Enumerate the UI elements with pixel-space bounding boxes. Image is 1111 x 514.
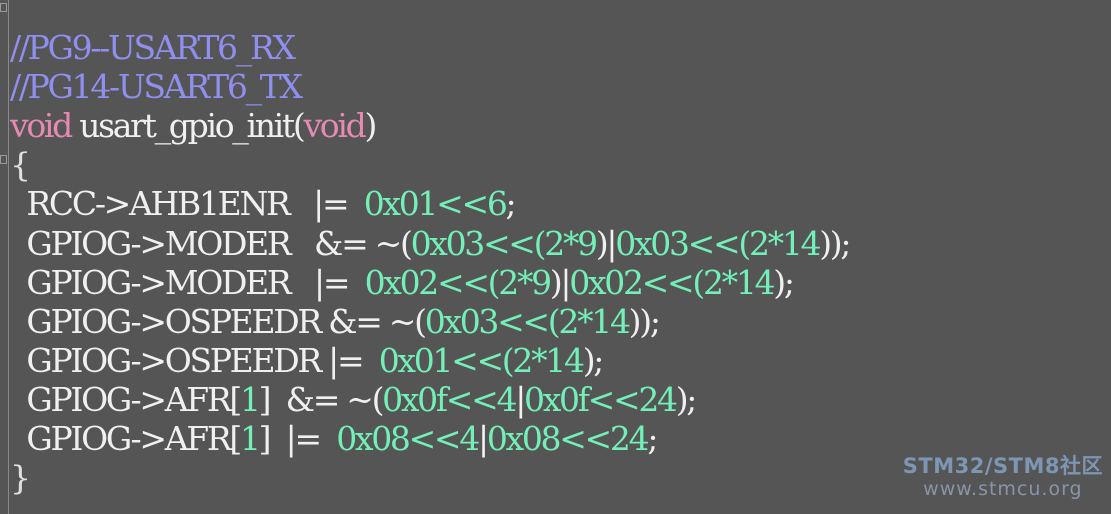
code-token-default: RCC->AHB1ENR |= <box>10 184 364 224</box>
code-token-number: 2*9 <box>544 223 598 263</box>
code-token-default: ; <box>647 419 658 458</box>
fold-gutter <box>0 0 9 514</box>
code-line[interactable]: GPIOG->AFR[1] |= 0x08<<4|0x08<<24; <box>10 419 658 458</box>
fold-marker[interactable] <box>0 3 7 12</box>
code-token-number: 0x08<<4 <box>336 419 480 458</box>
code-token-number: 2*14 <box>558 301 631 341</box>
code-token-default: ) <box>364 106 377 146</box>
code-line[interactable]: GPIOG->MODER &= ~(0x03<<(2*9)|0x03<<(2*1… <box>10 223 851 263</box>
code-token-default: )); <box>628 301 661 341</box>
code-token-brace: } <box>10 458 31 498</box>
watermark-url: www.stmcu.org <box>923 478 1083 500</box>
code-token-comment: //PG14-USART6_TX <box>10 67 303 107</box>
code-token-default: ] &= ~( <box>258 379 385 419</box>
watermark-title: STM32/STM8社区 <box>902 454 1103 478</box>
code-token-brace: { <box>10 145 31 185</box>
watermark: STM32/STM8社区 www.stmcu.org <box>903 454 1103 500</box>
code-line[interactable]: //PG9--USART6_RX <box>10 28 296 67</box>
code-token-default: ] |= <box>258 419 337 458</box>
code-token-default: ); <box>675 379 698 419</box>
code-line[interactable]: GPIOG->AFR[1] &= ~(0x0f<<4|0x0f<<24); <box>10 379 698 419</box>
code-token-number: 0x0f<<4 <box>382 379 517 419</box>
code-token-number: 2*14 <box>702 262 776 302</box>
code-token-default: usart_gpio_init( <box>71 106 306 146</box>
code-token-default: )); <box>819 223 851 263</box>
code-token-default: GPIOG->AFR[ <box>10 419 242 458</box>
code-token-number: 0x03<<( <box>424 301 561 341</box>
code-line[interactable]: { <box>10 145 31 185</box>
code-line[interactable]: //PG14-USART6_TX <box>10 67 303 107</box>
code-token-default: GPIOG->MODER |= <box>10 262 365 302</box>
code-token-number: 2*9 <box>498 262 552 302</box>
code-token-default: GPIOG->AFR[ <box>10 379 242 419</box>
code-line[interactable]: void usart_gpio_init(void) <box>10 106 377 146</box>
code-token-number: 2*14 <box>512 340 585 380</box>
code-token-default: ; <box>505 184 517 224</box>
code-token-keyword: void <box>10 106 73 146</box>
code-line[interactable]: GPIOG->OSPEEDR |= 0x01<<(2*14); <box>10 340 605 380</box>
code-token-comment: //PG9--USART6_RX <box>10 28 296 67</box>
code-token-default: | <box>477 419 489 458</box>
code-token-default: GPIOG->OSPEEDR |= <box>10 340 379 380</box>
code-token-number: 2*14 <box>748 223 822 263</box>
code-token-number: 0x01<<( <box>378 340 515 380</box>
code-token-number: 0x0f<<24 <box>524 379 678 419</box>
fold-marker[interactable] <box>0 155 7 164</box>
code-line[interactable]: GPIOG->OSPEEDR &= ~(0x03<<(2*14)); <box>10 301 661 341</box>
code-token-default: GPIOG->MODER &= ~( <box>10 223 412 263</box>
code-token-default: )| <box>595 223 618 263</box>
code-token-number: 0x03<<( <box>615 223 751 263</box>
code-token-default: GPIOG->OSPEEDR &= ~( <box>10 301 427 341</box>
code-line[interactable]: } <box>10 458 31 498</box>
code-line[interactable]: RCC->AHB1ENR |= 0x01<<6; <box>10 184 517 224</box>
code-token-number: 0x08<<24 <box>486 419 650 458</box>
code-token-number: 0x03<<( <box>410 223 547 263</box>
code-token-number: 0x01<<6 <box>363 184 508 224</box>
code-token-default: ); <box>773 262 795 302</box>
code-editor[interactable]: //PG9--USART6_RX//PG14-USART6_TX void usa… <box>0 0 1111 514</box>
code-line[interactable]: GPIOG->MODER |= 0x02<<(2*9)|0x02<<(2*14)… <box>10 262 795 302</box>
code-token-number: 1 <box>239 419 261 458</box>
code-token-number: 0x02<<( <box>569 262 705 302</box>
code-token-default: ); <box>582 340 605 380</box>
code-token-default: | <box>515 379 526 419</box>
code-token-number: 0x02<<( <box>364 262 501 302</box>
code-token-keyword: void <box>303 106 366 146</box>
code-token-number: 1 <box>239 379 261 419</box>
code-token-default: )| <box>549 262 572 302</box>
